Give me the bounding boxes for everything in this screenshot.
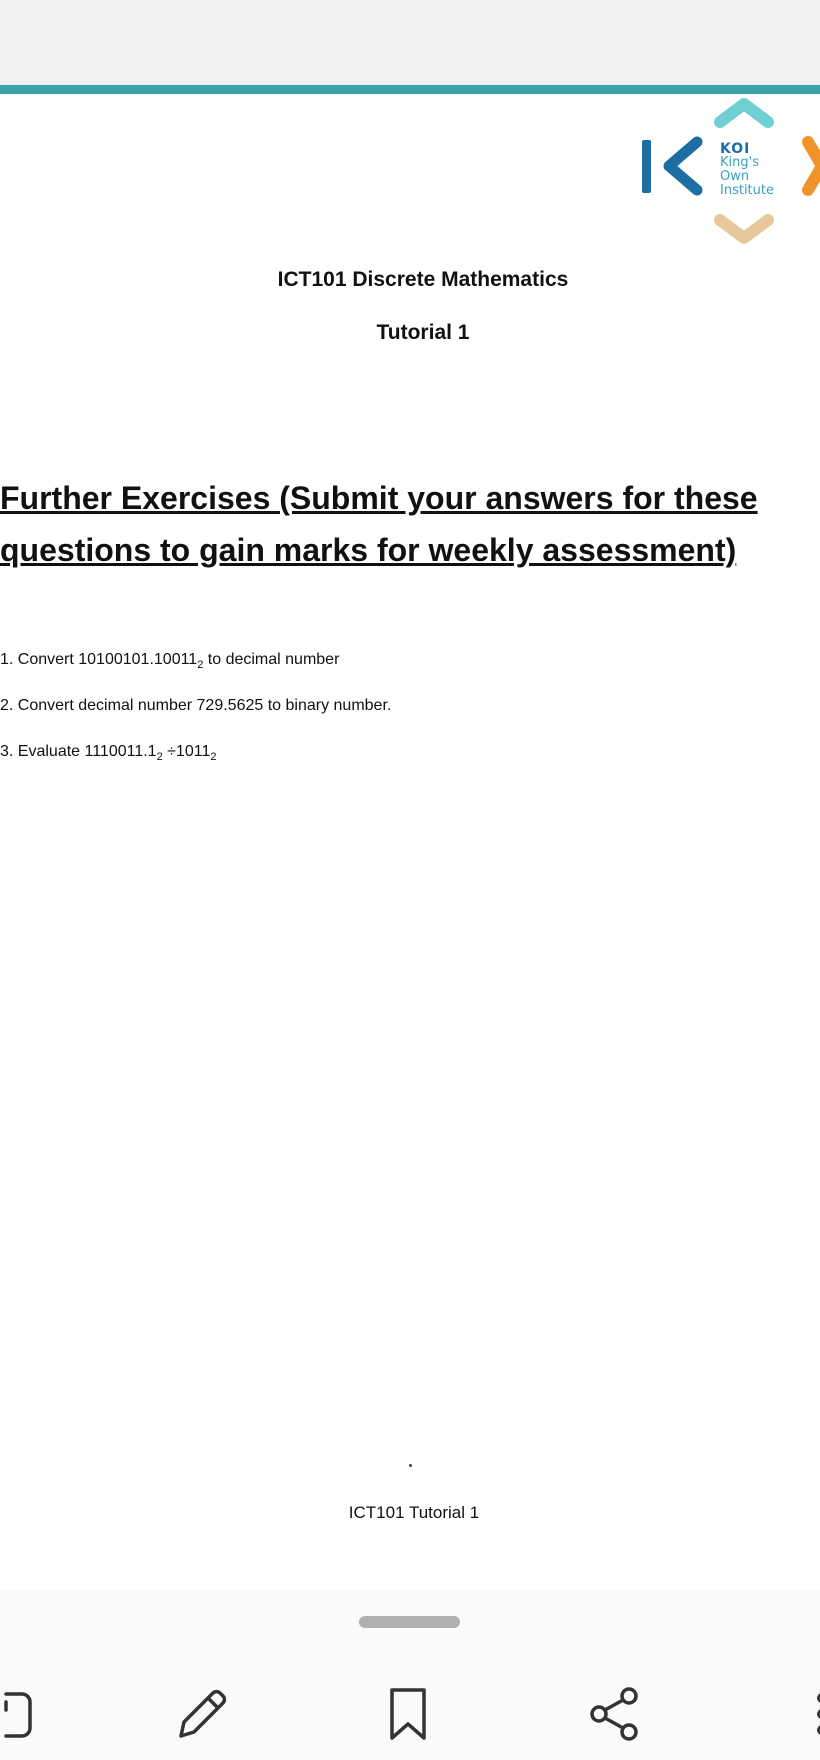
bookmark-button[interactable] bbox=[376, 1682, 440, 1746]
heading-line-1: Further Exercises (Submit your answers f… bbox=[0, 480, 758, 516]
page-footer: ICT101 Tutorial 1 bbox=[348, 1503, 480, 1522]
question-2-text: 2. Convert decimal number 729.5625 to bi… bbox=[0, 697, 392, 714]
question-3-prefix: 3. Evaluate 1110011.1 bbox=[0, 743, 157, 760]
annotate-button[interactable] bbox=[169, 1682, 233, 1746]
question-1-prefix: 1. Convert 10100101.10011 bbox=[0, 651, 198, 668]
logo-line3: Own bbox=[720, 169, 750, 184]
copy-button[interactable] bbox=[0, 1682, 46, 1746]
document-page bbox=[0, 94, 820, 1590]
exercises-heading: Further Exercises (Submit your answers f… bbox=[0, 472, 800, 576]
status-bar-area bbox=[0, 0, 820, 85]
footer-dot bbox=[409, 1464, 412, 1467]
logo-line2: King's bbox=[720, 155, 759, 170]
document-title: ICT101 Discrete Mathematics bbox=[277, 268, 569, 291]
copy-icon bbox=[4, 1692, 32, 1738]
logo-koi: KOI bbox=[720, 141, 751, 157]
question-3: 3. Evaluate 1110011.12 ÷10112 bbox=[0, 743, 216, 763]
share-button[interactable] bbox=[583, 1682, 647, 1746]
more-icon bbox=[817, 1693, 820, 1735]
question-2: 2. Convert decimal number 729.5625 to bi… bbox=[0, 697, 391, 715]
pencil-icon bbox=[179, 1689, 227, 1738]
sheet-drag-handle[interactable] bbox=[359, 1616, 460, 1628]
more-options-button[interactable] bbox=[790, 1682, 820, 1746]
bookmark-icon bbox=[390, 1688, 426, 1740]
heading-line-2: questions to gain marks for weekly asses… bbox=[0, 532, 737, 568]
logo-line4: Institute bbox=[720, 183, 774, 198]
question-1-suffix: to decimal number bbox=[203, 651, 340, 668]
question-3-base-2: 2 bbox=[210, 751, 217, 764]
document-subtitle: Tutorial 1 bbox=[376, 321, 470, 344]
share-icon bbox=[590, 1687, 638, 1741]
question-1: 1. Convert 10100101.100112 to decimal nu… bbox=[0, 651, 339, 671]
question-3-middle: ÷1011 bbox=[162, 743, 211, 760]
logo-text: KOI King's Own Institute bbox=[720, 142, 774, 198]
